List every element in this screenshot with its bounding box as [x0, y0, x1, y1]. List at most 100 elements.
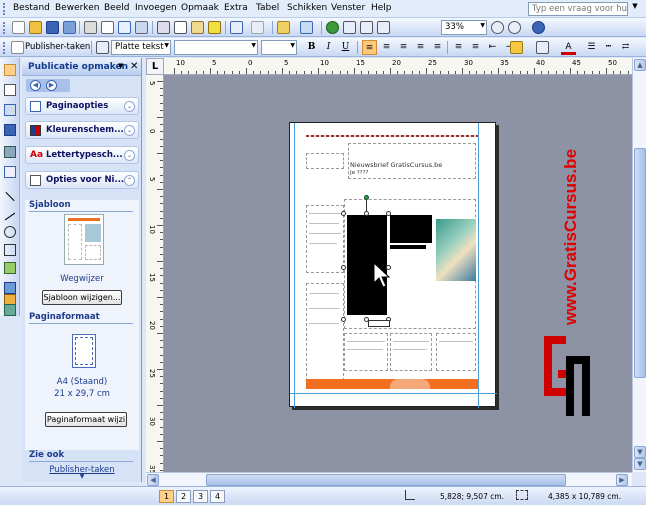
workspace[interactable]: Nieuwsbrief GratisCursus.be Je ???? www.…: [164, 75, 632, 472]
new-document-icon[interactable]: [12, 21, 25, 34]
styles-icon[interactable]: [96, 41, 109, 54]
arrange-icon[interactable]: [277, 21, 290, 34]
back-arrow-icon[interactable]: ◀: [30, 80, 41, 91]
line-icon[interactable]: [5, 191, 15, 202]
sidebar-box[interactable]: [306, 205, 344, 273]
horizontal-ruler[interactable]: 10 5 0 5 10 15 20 25 30 35 40 45 50: [164, 58, 632, 75]
rotate-icon[interactable]: [300, 21, 313, 34]
menu-venster[interactable]: Venster: [331, 3, 365, 13]
ruler-corner[interactable]: L: [146, 58, 164, 75]
arrow-icon[interactable]: [4, 212, 16, 221]
toolbar-grip[interactable]: [3, 42, 6, 54]
style-select[interactable]: Platte tekst ▼: [111, 40, 171, 55]
picture-frame[interactable]: [436, 219, 476, 281]
chevron-down-icon[interactable]: ⌄: [124, 125, 135, 136]
close-icon[interactable]: ✕: [130, 61, 138, 72]
line-style-button[interactable]: ☰: [584, 40, 599, 55]
horizontal-scroll-thumb[interactable]: [206, 474, 566, 486]
redo-icon[interactable]: [251, 21, 264, 34]
section-page-options[interactable]: Paginaopties ⌄: [25, 97, 139, 115]
page-tab-3[interactable]: 3: [193, 490, 208, 503]
spelling-icon[interactable]: [118, 21, 131, 34]
text-block[interactable]: [390, 215, 432, 243]
open-folder-icon[interactable]: [29, 21, 42, 34]
pilcrow-icon[interactable]: [377, 21, 390, 34]
help-search-input[interactable]: Typ een vraag voor hulp: [528, 2, 628, 16]
print-preview-icon[interactable]: [101, 21, 114, 34]
hotspot-icon[interactable]: [4, 282, 16, 294]
chevron-down-icon[interactable]: ⌄: [124, 150, 135, 161]
wordart-icon[interactable]: [4, 124, 16, 136]
section-color-schemes[interactable]: Kleurenschem... ⌄: [25, 121, 139, 139]
section-font-schemes[interactable]: Aa Lettertypesch... ⌄: [25, 146, 139, 164]
research-icon[interactable]: [135, 21, 148, 34]
bold-button[interactable]: B: [304, 40, 319, 55]
logo-box[interactable]: [306, 153, 344, 169]
zoom-in-icon[interactable]: [508, 21, 521, 34]
menu-extra[interactable]: Extra: [224, 3, 248, 13]
horizontal-scrollbar[interactable]: ◀ ▶: [146, 472, 632, 486]
zoom-out-icon[interactable]: [491, 21, 504, 34]
scroll-down-icon[interactable]: ▼: [25, 473, 139, 480]
line-color-icon[interactable]: [536, 41, 549, 54]
form-control-icon[interactable]: [4, 304, 16, 316]
story-box[interactable]: [344, 333, 388, 371]
page-tab-1[interactable]: 1: [159, 490, 174, 503]
change-template-button[interactable]: Sjabloon wijzigen...: [42, 290, 122, 305]
italic-button[interactable]: I: [321, 40, 336, 55]
section-newsletter-options[interactable]: Opties voor Ni... ⌃: [25, 171, 139, 189]
menu-beeld[interactable]: Beeld: [104, 3, 129, 13]
chevron-down-icon[interactable]: ⌄: [124, 101, 135, 112]
vertical-scroll-thumb[interactable]: [634, 148, 646, 378]
align-center-button[interactable]: ≡: [379, 40, 394, 55]
publication-page[interactable]: Nieuwsbrief GratisCursus.be Je ????: [289, 122, 497, 408]
font-color-button[interactable]: A: [561, 40, 576, 55]
print-icon[interactable]: [84, 21, 97, 34]
scroll-down-button-2[interactable]: ▼: [634, 458, 646, 470]
hyperlink-icon[interactable]: [326, 21, 339, 34]
scroll-up-button[interactable]: ▲: [634, 59, 646, 71]
story-box[interactable]: [436, 333, 476, 371]
change-page-size-button[interactable]: Paginaformaat wijzi: [45, 412, 127, 427]
sidebar-box-2[interactable]: [306, 283, 344, 381]
menu-schikken[interactable]: Schikken: [287, 3, 327, 13]
align-left-button[interactable]: ≡: [362, 40, 377, 55]
bullets-button[interactable]: ≡: [468, 40, 483, 55]
numbering-button[interactable]: ≡: [451, 40, 466, 55]
justify-button[interactable]: ≡: [413, 40, 428, 55]
page-tab-2[interactable]: 2: [176, 490, 191, 503]
undo-icon[interactable]: [230, 21, 243, 34]
picture-icon[interactable]: [4, 146, 16, 158]
copy-icon[interactable]: [174, 21, 187, 34]
text-overflow-icon[interactable]: [368, 320, 390, 327]
rotate-handle[interactable]: [364, 195, 369, 200]
underline-button[interactable]: U: [338, 40, 353, 55]
autoshapes-icon[interactable]: [4, 262, 16, 274]
columns-icon[interactable]: [343, 21, 356, 34]
paste-icon[interactable]: [191, 21, 204, 34]
menu-bestand[interactable]: Bestand: [13, 3, 50, 13]
vertical-scrollbar[interactable]: ▲ ▼ ▼: [632, 58, 646, 472]
menu-bewerken[interactable]: Bewerken: [55, 3, 99, 13]
font-select[interactable]: ▼: [174, 40, 258, 55]
table-icon[interactable]: [4, 104, 16, 116]
publisher-tasks-icon[interactable]: [11, 41, 24, 54]
chevron-up-icon[interactable]: ⌃: [124, 175, 135, 186]
toolbar-grip[interactable]: [3, 22, 6, 34]
save-icon[interactable]: [46, 21, 59, 34]
vertical-ruler[interactable]: 5 0 5 10 15 20 25 30 35: [146, 75, 164, 472]
select-icon[interactable]: [4, 64, 16, 76]
decrease-indent-button[interactable]: ⇤: [485, 40, 500, 55]
story-box[interactable]: [390, 333, 432, 371]
menu-help[interactable]: Help: [371, 3, 392, 13]
page-size-thumbnail[interactable]: [72, 334, 96, 368]
clipart-icon[interactable]: [4, 166, 16, 178]
menu-tabel[interactable]: Tabel: [256, 3, 279, 13]
arrow-style-button[interactable]: ⇄: [618, 40, 633, 55]
page-tab-4[interactable]: 4: [210, 490, 225, 503]
menu-grip[interactable]: [3, 3, 6, 15]
align-right-button[interactable]: ≡: [396, 40, 411, 55]
publisher-tasks-button[interactable]: Publisher-taken: [25, 42, 90, 52]
grid-icon[interactable]: [360, 21, 373, 34]
help-dropdown-icon[interactable]: ▼: [629, 2, 641, 16]
